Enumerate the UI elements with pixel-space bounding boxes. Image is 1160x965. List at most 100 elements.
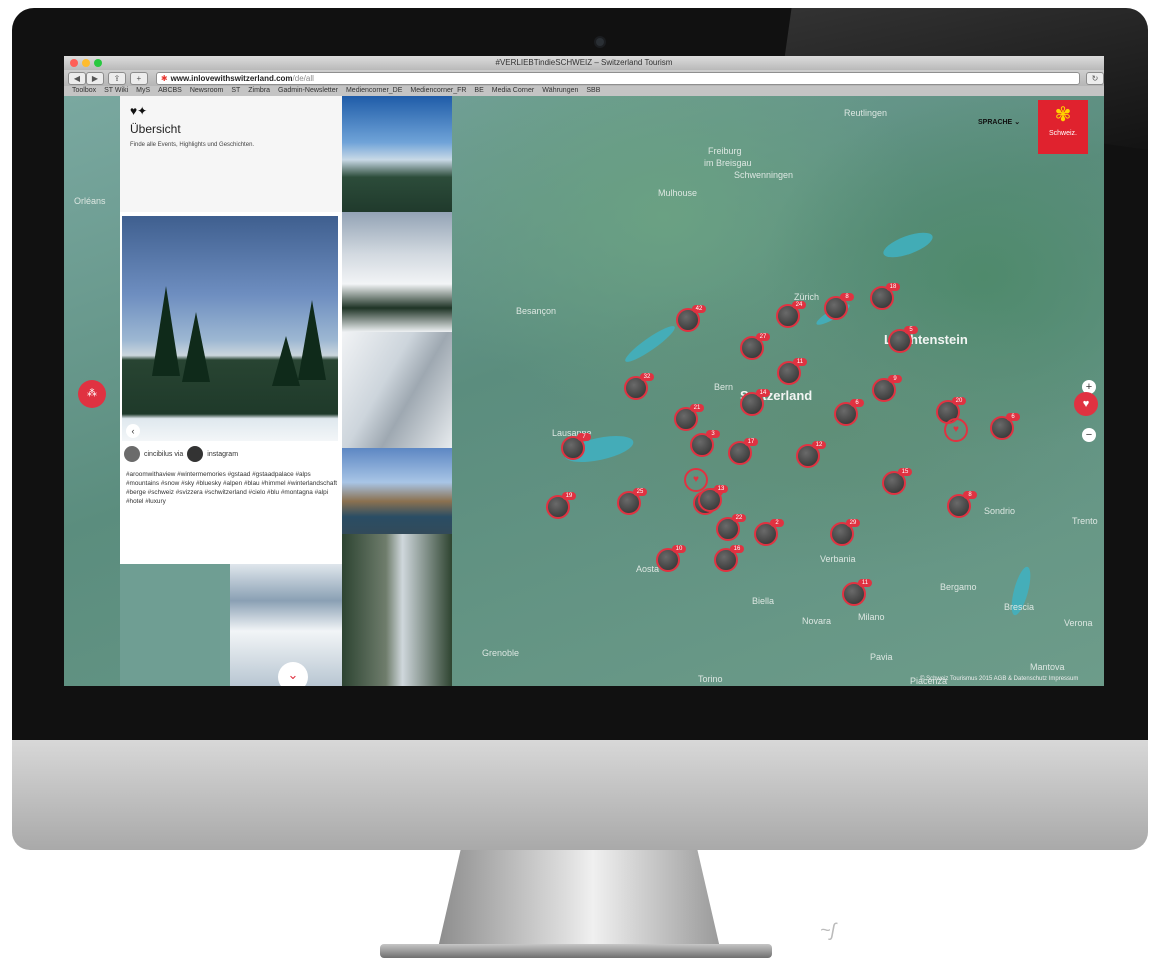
photo-tile[interactable] (342, 96, 452, 212)
new-tab-button[interactable]: + (129, 71, 148, 85)
map-marker[interactable]: 12 (796, 441, 826, 468)
map-marker[interactable]: 16 (714, 545, 744, 572)
window-title: #VERLIEBTindieSCHWEIZ – Switzerland Tour… (495, 58, 673, 67)
bookmark-item[interactable]: SBB (586, 87, 600, 94)
locate-heart-button[interactable]: ♥ (1074, 392, 1098, 416)
marker-count-badge: 6 (1006, 413, 1020, 421)
map-marker[interactable]: 19 (546, 492, 576, 519)
marker-count-badge: 19 (562, 492, 576, 500)
map-marker[interactable]: 9 (872, 375, 902, 402)
map-label-verbania: Verbania (820, 554, 856, 564)
marker-count-badge: 25 (633, 488, 647, 496)
url-host: www.inlovewithswitzerland.com (170, 73, 293, 83)
camera (596, 38, 604, 46)
overview-icon: ♥✦ (130, 104, 148, 118)
switzerland-logo[interactable]: ✾ Schweiz. (1038, 100, 1088, 154)
marker-count-badge: 3 (706, 430, 720, 438)
map-marker[interactable]: 27 (740, 333, 770, 360)
map-marker[interactable]: 14 (740, 389, 770, 416)
bookmark-item[interactable]: Währungen (542, 87, 578, 94)
reload-icon[interactable]: ↻ (1086, 71, 1104, 85)
address-bar[interactable]: ✱ www.inlovewithswitzerland.com/de/all (155, 71, 1081, 85)
minimize-window-button[interactable] (82, 59, 90, 67)
map-marker[interactable]: 2 (754, 519, 784, 546)
map-label-besancon: Besançon (516, 306, 557, 316)
bookmark-item[interactable]: Zimbra (248, 87, 270, 94)
language-selector[interactable]: SPRACHE ⌄ (978, 118, 1020, 126)
marker-count-badge: 13 (714, 485, 728, 493)
overview-card[interactable]: ♥✦ Übersicht Finde alle Events, Highligh… (120, 96, 342, 212)
map-marker[interactable]: 6 (990, 413, 1020, 440)
close-window-button[interactable] (70, 59, 78, 67)
heart-marker-icon[interactable]: ♥ (684, 468, 708, 492)
bookmark-item[interactable]: Newsroom (190, 87, 223, 94)
scroll-down-button[interactable]: ⌄ (278, 662, 308, 686)
post-author: cincibilus via instagram (124, 446, 238, 462)
instagram-icon (187, 446, 204, 462)
map-marker[interactable]: 11 (842, 579, 872, 606)
photo-tile[interactable] (342, 448, 452, 534)
share-network-button[interactable]: ⁂ (78, 380, 106, 408)
bookmark-item[interactable]: ST Wiki (104, 87, 128, 94)
photo-tile[interactable] (342, 212, 452, 332)
map-marker[interactable]: 32 (624, 373, 654, 400)
bookmark-item[interactable]: ABCBS (158, 87, 182, 94)
map-marker[interactable]: 10 (656, 545, 686, 572)
map-marker[interactable]: 18 (870, 283, 900, 310)
map-label-novara: Novara (802, 616, 832, 626)
bookmark-item[interactable]: MyS (136, 87, 150, 94)
maximize-window-button[interactable] (94, 59, 102, 67)
marker-count-badge: 2 (770, 519, 784, 527)
map-marker[interactable]: 15 (882, 468, 912, 495)
previous-photo-button[interactable]: ‹ (126, 424, 140, 438)
site-favicon-icon: ✱ (160, 73, 168, 83)
map-marker[interactable]: 5 (888, 326, 918, 353)
bookmark-item[interactable]: Mediencorner_FR (410, 87, 466, 94)
marker-count-badge: 27 (756, 333, 770, 341)
map-label-torino: Torino (698, 674, 723, 684)
map-marker[interactable]: 25 (617, 488, 647, 515)
map-marker[interactable]: 7 (561, 433, 591, 460)
bookmark-item[interactable]: Mediencorner_DE (346, 87, 402, 94)
post-photo[interactable] (122, 216, 338, 441)
map-marker[interactable]: 22 (716, 514, 746, 541)
tree-shape (298, 300, 326, 380)
map-marker[interactable]: 8 (947, 491, 977, 518)
photo-tile[interactable] (342, 534, 452, 686)
edelweiss-icon: ✾ (1054, 104, 1072, 126)
bookmark-item[interactable]: ST (231, 87, 240, 94)
bookmark-item[interactable]: Gadmin-Newsletter (278, 87, 338, 94)
map-marker[interactable]: 11 (777, 358, 807, 385)
forward-button[interactable]: ▶ (85, 71, 104, 85)
map-label-bergamo: Bergamo (940, 582, 977, 592)
page-content: Freiburg im Breisgau Mulhouse Besançon L… (64, 96, 1104, 686)
share-button[interactable]: ⇪ (107, 71, 126, 85)
zoom-out-button[interactable]: − (1082, 428, 1096, 442)
map-marker[interactable]: 8 (824, 293, 854, 320)
marker-count-badge: 5 (904, 326, 918, 334)
map-marker[interactable]: 29 (830, 519, 860, 546)
featured-post-card[interactable]: ‹ cincibilus via instagram #aroomwithavi… (120, 212, 342, 564)
back-button[interactable]: ◀ (68, 71, 86, 85)
heart-marker-icon[interactable]: ♥ (944, 418, 968, 442)
map-marker[interactable]: 13 (698, 485, 728, 512)
map-marker[interactable]: 21 (674, 404, 704, 431)
photo-tile[interactable] (342, 332, 452, 448)
map-label-bern: Bern (714, 382, 734, 392)
monitor-foot (380, 944, 772, 958)
map-marker[interactable]: 3 (690, 430, 720, 457)
lake-constance (880, 227, 936, 263)
bookmark-item[interactable]: Media Corner (492, 87, 534, 94)
marker-count-badge: 9 (888, 375, 902, 383)
story-panel: ♥✦ Übersicht Finde alle Events, Highligh… (120, 96, 452, 686)
marker-count-badge: 42 (692, 305, 706, 313)
map-marker[interactable]: 17 (728, 438, 758, 465)
bookmark-item[interactable]: BE (474, 87, 483, 94)
map-marker[interactable]: 42 (676, 305, 706, 332)
marker-count-badge: 11 (858, 579, 872, 587)
map-marker[interactable]: 24 (776, 301, 806, 328)
marker-count-badge: 16 (730, 545, 744, 553)
map-label-schwenningen: Schwenningen (734, 170, 794, 180)
bookmark-item[interactable]: Toolbox (72, 87, 96, 94)
map-marker[interactable]: 6 (834, 399, 864, 426)
